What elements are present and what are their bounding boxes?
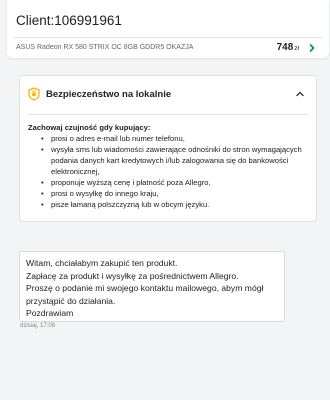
safety-item: prosi o wysyłkę do innego kraju,	[41, 188, 306, 199]
message-timestamp: dzisiaj, 17:08	[20, 323, 56, 329]
message-line: Pozdrawiam	[26, 308, 74, 318]
safety-title: Bezpieczeństwo na lokalnie	[46, 89, 172, 100]
safety-panel-header[interactable]: Bezpieczeństwo na lokalnie	[20, 76, 316, 113]
shield-icon	[28, 87, 40, 101]
chevron-up-icon[interactable]	[296, 90, 304, 98]
message-bubble: Witam, chciałabym zakupić ten produkt. Z…	[19, 251, 285, 322]
safety-lead: Zachowaj czujność gdy kupujący:	[28, 123, 151, 132]
message-line: przystąpić do działania.	[26, 295, 116, 306]
chevron-right-icon[interactable]	[308, 44, 316, 52]
safety-body: Zachowaj czujność gdy kupujący: prosi o …	[28, 122, 306, 210]
safety-divider	[28, 114, 308, 115]
product-price: 748zł	[277, 42, 299, 53]
header-divider	[14, 37, 322, 38]
product-name[interactable]: ASUS Radeon RX 580 STRIX OC 8GB GDDR5 OK…	[16, 44, 193, 51]
message-line: Proszę o podanie mi swojego kontaktu mai…	[26, 283, 264, 293]
price-currency: zł	[294, 45, 299, 52]
safety-item: wysyła sms lub wiadomości zawierające od…	[41, 144, 306, 177]
safety-list: prosi o adres e-mail lub numer telefonu,…	[31, 133, 306, 210]
conversation-header: Client:106991961 ASUS Radeon RX 580 STRI…	[7, 0, 329, 58]
safety-item: pisze łamaną polszczyzną lub w obcym jęz…	[41, 199, 306, 210]
safety-item: prosi o adres e-mail lub numer telefonu,	[41, 133, 306, 144]
message-line: Zapłacę za produkt i wysyłkę za pośredni…	[26, 270, 239, 281]
safety-panel: Bezpieczeństwo na lokalnie Zachowaj czuj…	[19, 75, 317, 222]
safety-item: proponuje wyższą cenę i płatność poza Al…	[41, 177, 306, 188]
message-line: Witam, chciałabym zakupić ten produkt.	[26, 258, 178, 268]
price-value: 748	[276, 42, 294, 53]
client-title: Client:106991961	[16, 13, 122, 28]
